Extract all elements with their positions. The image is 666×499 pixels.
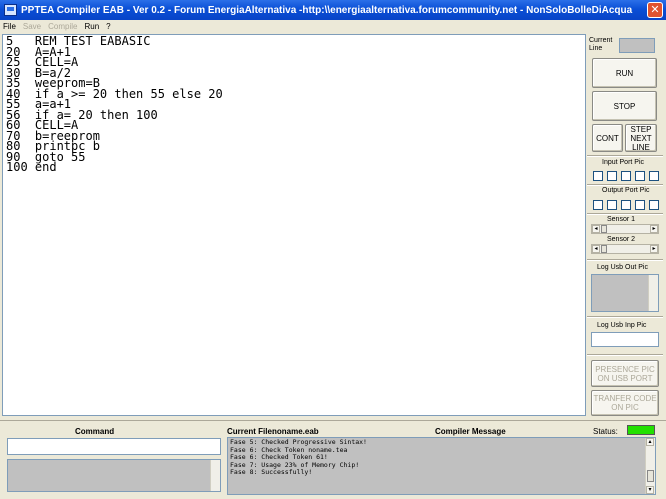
current-line-label: Current Line xyxy=(589,37,613,52)
menu-save[interactable]: Save xyxy=(23,22,41,31)
window-title: PPTEA Compiler EAB - Ver 0.2 - Forum Ene… xyxy=(21,4,633,16)
log-usb-out-label: Log Usb Out Pic xyxy=(597,264,648,271)
arrow-right-icon[interactable]: ▸ xyxy=(650,225,658,233)
divider xyxy=(587,316,663,318)
output-port-label: Output Port Pic xyxy=(602,187,650,194)
cont-button[interactable]: CONT xyxy=(592,124,623,152)
code-editor[interactable]: 5 REM TEST EABASIC 20 A=A+1 25 CELL=A 30 B=… xyxy=(2,34,586,416)
menu-bar: File Save Compile Run ? xyxy=(0,20,666,33)
compiler-message-text: Fase 5: Checked Progressive Sintax! Fase … xyxy=(228,438,655,478)
scroll-thumb[interactable] xyxy=(647,470,654,482)
stop-button[interactable]: STOP xyxy=(592,91,657,121)
output-port-checkbox[interactable] xyxy=(607,200,617,210)
divider xyxy=(587,259,663,261)
input-port-checkbox[interactable] xyxy=(649,171,659,181)
input-port-label: Input Port Pic xyxy=(602,159,645,166)
arrow-up-icon[interactable]: ▴ xyxy=(646,438,654,446)
sensor-1-slider[interactable]: ◂ ▸ xyxy=(591,224,659,234)
arrow-down-icon[interactable]: ▾ xyxy=(646,486,654,494)
presence-pic-button[interactable]: PRESENCE PIC ON USB PORT xyxy=(591,360,659,387)
arrow-left-icon[interactable]: ◂ xyxy=(592,245,600,253)
command-input[interactable] xyxy=(7,438,221,455)
input-port-checkbox[interactable] xyxy=(607,171,617,181)
log-usb-inp-field[interactable] xyxy=(591,332,659,347)
code-line: 56 if a= 20 then 100 xyxy=(6,107,158,122)
compiler-message-scrollbar[interactable]: ▴ ▾ xyxy=(645,438,655,494)
slider-thumb[interactable] xyxy=(601,245,607,253)
output-port-checkbox[interactable] xyxy=(621,200,631,210)
log-usb-out-box[interactable] xyxy=(591,274,659,312)
code-line: 80 printpc b xyxy=(6,139,100,153)
divider xyxy=(587,354,663,356)
current-file-value: noname.eab xyxy=(272,427,319,436)
status-label: Status: xyxy=(593,427,618,436)
control-panel: Current Line RUN STOP CONT STEP NEXT LIN… xyxy=(587,34,665,416)
menu-file[interactable]: File xyxy=(3,22,16,31)
slider-thumb[interactable] xyxy=(601,225,607,233)
log-usb-inp-label: Log Usb Inp Pic xyxy=(597,322,647,329)
code-line: 25 CELL=A xyxy=(6,55,79,69)
output-port-checkbox[interactable] xyxy=(635,200,645,210)
log-usb-out-scrollbar[interactable] xyxy=(648,275,658,311)
command-label: Command xyxy=(75,427,115,436)
current-line-display xyxy=(619,38,655,53)
step-next-line-button[interactable]: STEP NEXT LINE xyxy=(625,124,657,152)
title-bar: PPTEA Compiler EAB - Ver 0.2 - Forum Ene… xyxy=(0,0,666,20)
input-port-checkbox[interactable] xyxy=(593,171,603,181)
app-icon xyxy=(4,4,17,16)
divider xyxy=(587,213,663,215)
input-port-checkbox[interactable] xyxy=(621,171,631,181)
close-button[interactable]: ✕ xyxy=(647,2,663,18)
status-indicator xyxy=(627,425,655,435)
input-port-checkbox[interactable] xyxy=(635,171,645,181)
compiler-message-log[interactable]: Fase 5: Checked Progressive Sintax! Fase … xyxy=(227,437,656,495)
compiler-message-label: Compiler Message xyxy=(435,427,506,436)
sensor-1-label: Sensor 1 xyxy=(607,216,636,223)
code-line: 5 REM TEST EABASIC xyxy=(6,34,151,48)
command-history[interactable] xyxy=(7,459,221,492)
menu-help[interactable]: ? xyxy=(106,22,110,31)
output-port-checkbox[interactable] xyxy=(593,200,603,210)
current-file-label: Current File: xyxy=(227,427,275,436)
code-line: 100 end xyxy=(6,160,57,174)
command-history-scrollbar[interactable] xyxy=(210,460,220,491)
divider xyxy=(587,184,663,186)
message-line: Fase 8: Successfully! xyxy=(230,468,313,476)
output-port-checkbox[interactable] xyxy=(649,200,659,210)
arrow-left-icon[interactable]: ◂ xyxy=(592,225,600,233)
menu-compile[interactable]: Compile xyxy=(48,22,77,31)
code-line: 40 if a >= 20 then 55 else 20 xyxy=(6,86,223,101)
sensor-2-slider[interactable]: ◂ ▸ xyxy=(591,244,659,254)
run-button[interactable]: RUN xyxy=(592,58,657,88)
arrow-right-icon[interactable]: ▸ xyxy=(650,245,658,253)
divider xyxy=(587,155,663,157)
menu-run[interactable]: Run xyxy=(84,22,99,31)
code-line: 20 A=A+1 xyxy=(6,44,72,59)
code-text[interactable]: 5 REM TEST EABASIC 20 A=A+1 25 CELL=A 30 B=… xyxy=(3,34,585,174)
code-line: 90 goto 55 xyxy=(6,149,86,164)
sensor-2-label: Sensor 2 xyxy=(607,236,636,243)
transfer-code-button[interactable]: TRANFER CODE ON PIC xyxy=(591,390,659,416)
